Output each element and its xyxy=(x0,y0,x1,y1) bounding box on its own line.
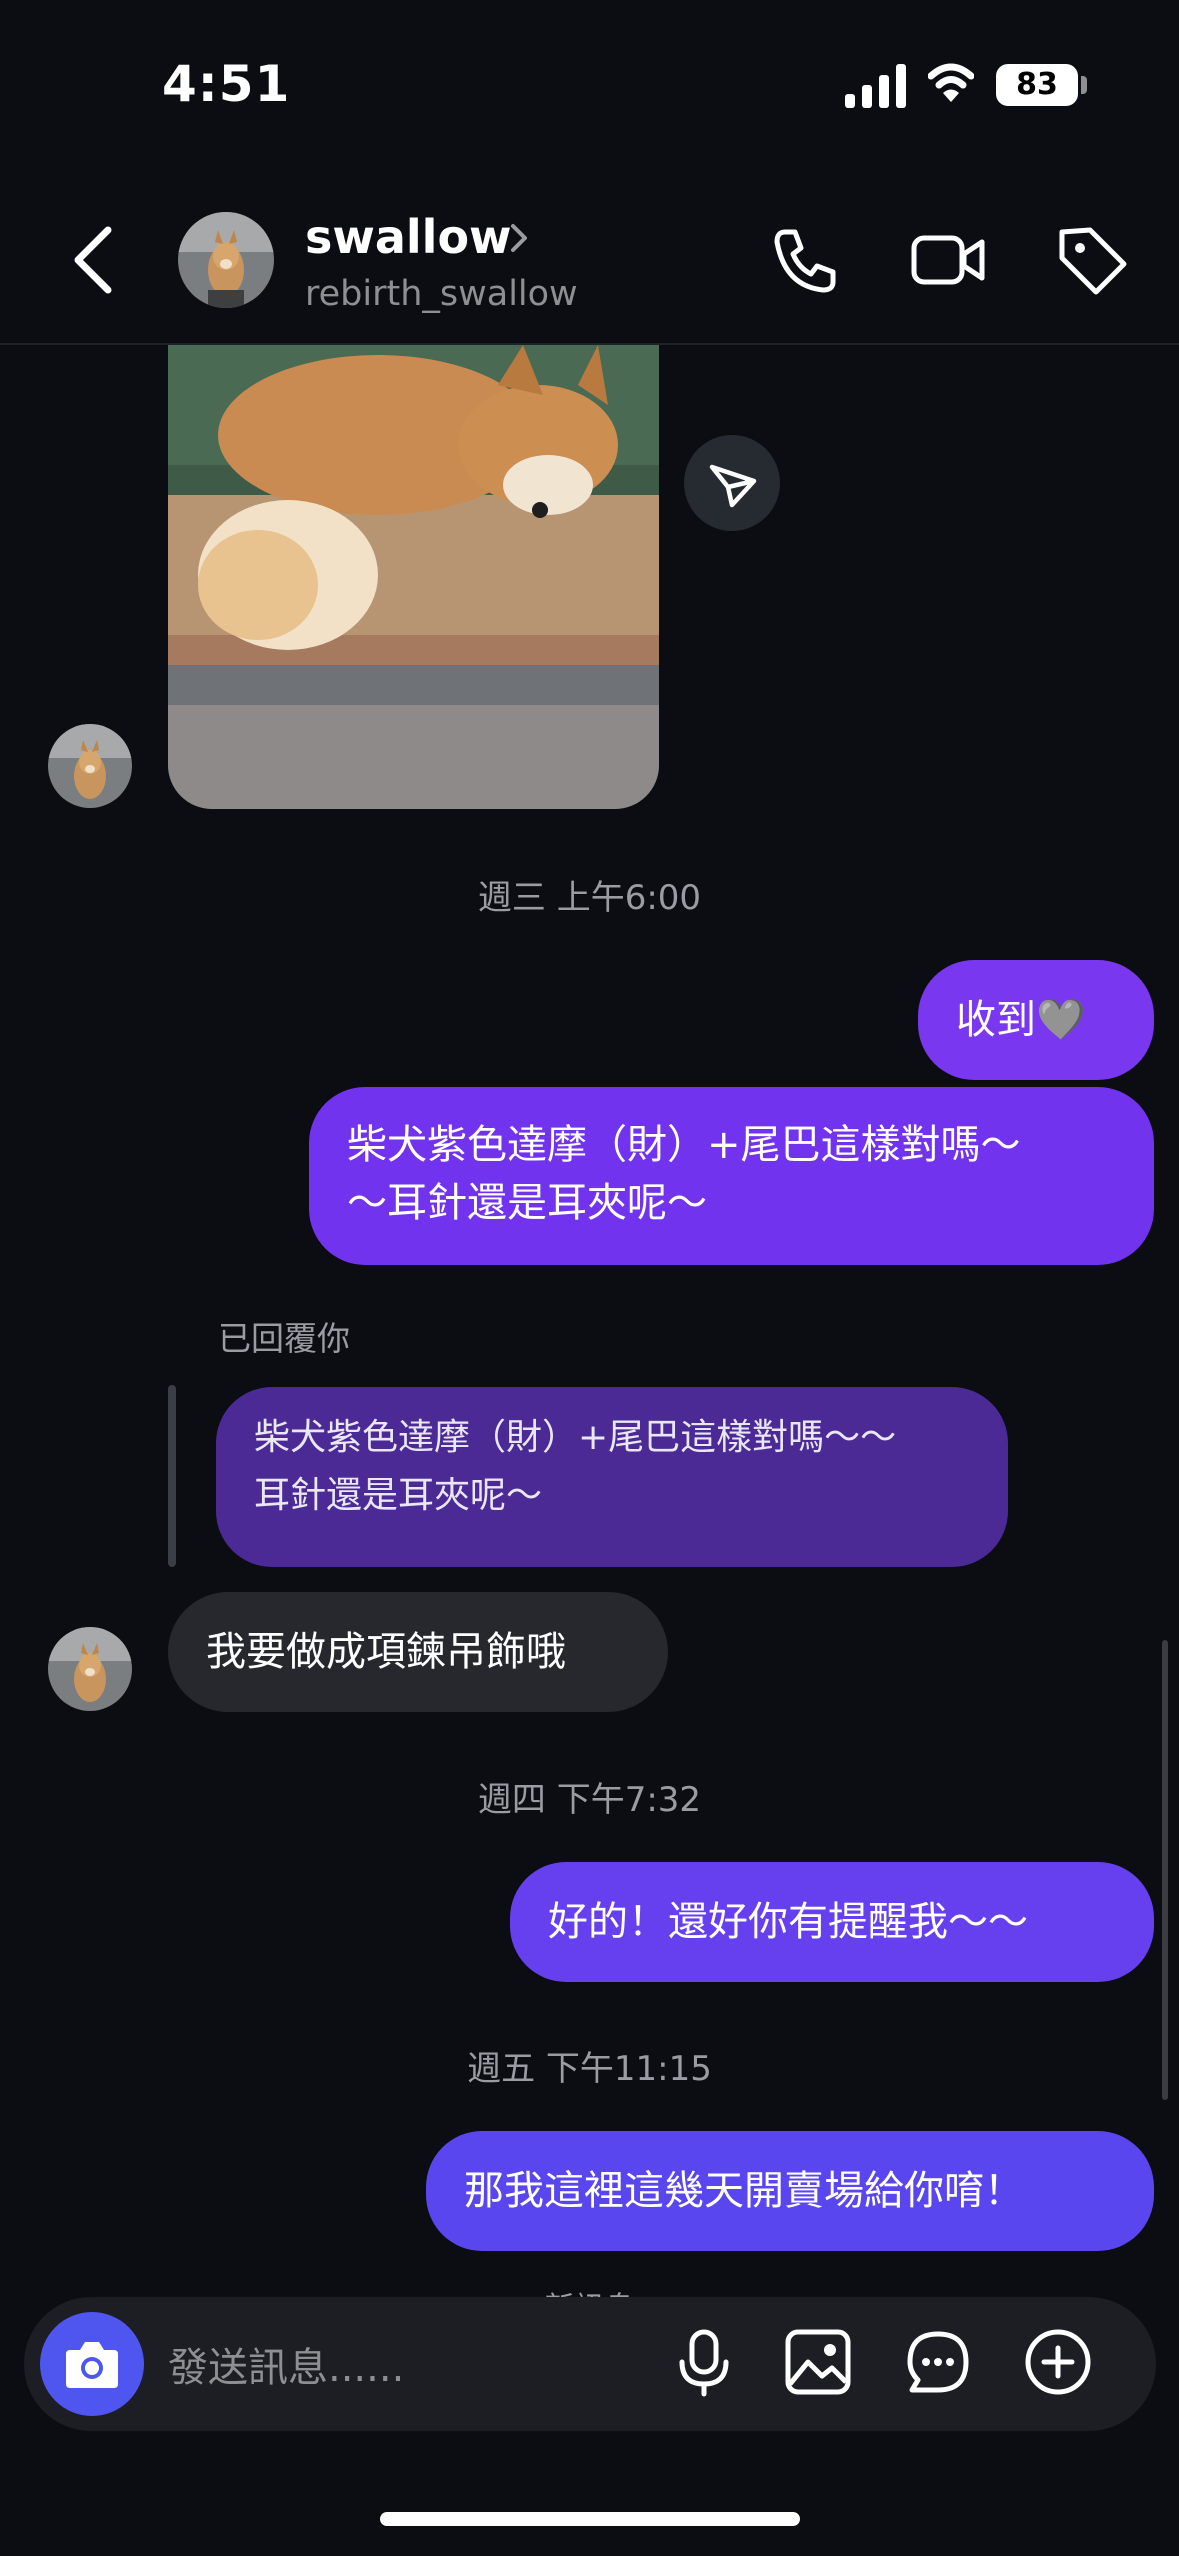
video-icon[interactable] xyxy=(908,220,988,300)
camera-icon xyxy=(66,2342,118,2388)
message-text: ～耳針還是耳夾呢～ xyxy=(347,1180,707,1226)
avatar[interactable] xyxy=(178,212,274,308)
message-text: 收到🩶 xyxy=(956,997,1086,1043)
tag-icon[interactable] xyxy=(1052,220,1132,300)
wifi-icon xyxy=(928,63,974,102)
quoted-text: 柴犬紫色達摩（財）+尾巴這樣對嗎～～ xyxy=(254,1417,897,1458)
reply-indicator-bar xyxy=(168,1385,176,1567)
sticker-chat-icon[interactable] xyxy=(898,2322,978,2402)
contact-username[interactable]: rebirth_swallow xyxy=(305,274,578,314)
message-bubble-outgoing[interactable]: 好的！還好你有提醒我～～ xyxy=(510,1862,1154,1982)
chevron-right-icon[interactable] xyxy=(505,220,535,256)
message-bubble-incoming[interactable]: 我要做成項鍊吊飾哦 xyxy=(168,1592,668,1712)
replied-label: 已回覆你 xyxy=(218,1319,350,1358)
message-text: 好的！還好你有提醒我～～ xyxy=(548,1899,1028,1945)
message-bubble-outgoing[interactable]: 柴犬紫色達摩（財）+尾巴這樣對嗎～ ～耳針還是耳夾呢～ xyxy=(309,1087,1154,1265)
timestamp: 週五 下午11:15 xyxy=(467,2049,712,2089)
message-input[interactable]: 發送訊息...... xyxy=(168,2335,404,2393)
message-text: 柴犬紫色達摩（財）+尾巴這樣對嗎～ xyxy=(347,1122,1021,1168)
battery-cap xyxy=(1081,76,1087,94)
avatar[interactable] xyxy=(48,1627,132,1711)
cellular-signal-icon xyxy=(845,64,906,108)
quoted-text: 耳針還是耳夾呢～ xyxy=(254,1475,543,1516)
contact-name[interactable]: swallow xyxy=(305,210,512,264)
add-icon[interactable] xyxy=(1018,2322,1098,2402)
photo-message[interactable] xyxy=(168,345,659,809)
send-icon xyxy=(709,464,757,508)
status-time: 4:51 xyxy=(162,55,291,113)
home-indicator xyxy=(380,2512,800,2526)
message-bubble-outgoing[interactable]: 那我這裡這幾天開賣場給你唷！ xyxy=(426,2131,1154,2251)
message-text: 那我這裡這幾天開賣場給你唷！ xyxy=(464,2168,1024,2214)
microphone-icon[interactable] xyxy=(664,2322,744,2402)
timestamp: 週四 下午7:32 xyxy=(477,1780,702,1820)
message-bubble-outgoing[interactable]: 收到🩶 xyxy=(918,960,1154,1080)
camera-button[interactable] xyxy=(40,2312,144,2416)
back-icon[interactable] xyxy=(60,220,130,300)
timestamp: 週三 上午6:00 xyxy=(477,878,702,918)
gallery-icon[interactable] xyxy=(778,2322,858,2402)
avatar[interactable] xyxy=(48,724,132,808)
scrollbar[interactable] xyxy=(1162,1640,1168,2100)
message-text: 我要做成項鍊吊飾哦 xyxy=(206,1629,566,1675)
phone-icon[interactable] xyxy=(765,220,845,300)
share-button[interactable] xyxy=(684,435,780,531)
quoted-message[interactable]: 柴犬紫色達摩（財）+尾巴這樣對嗎～～ 耳針還是耳夾呢～ xyxy=(216,1387,1008,1567)
battery-indicator: 83 xyxy=(996,64,1078,106)
